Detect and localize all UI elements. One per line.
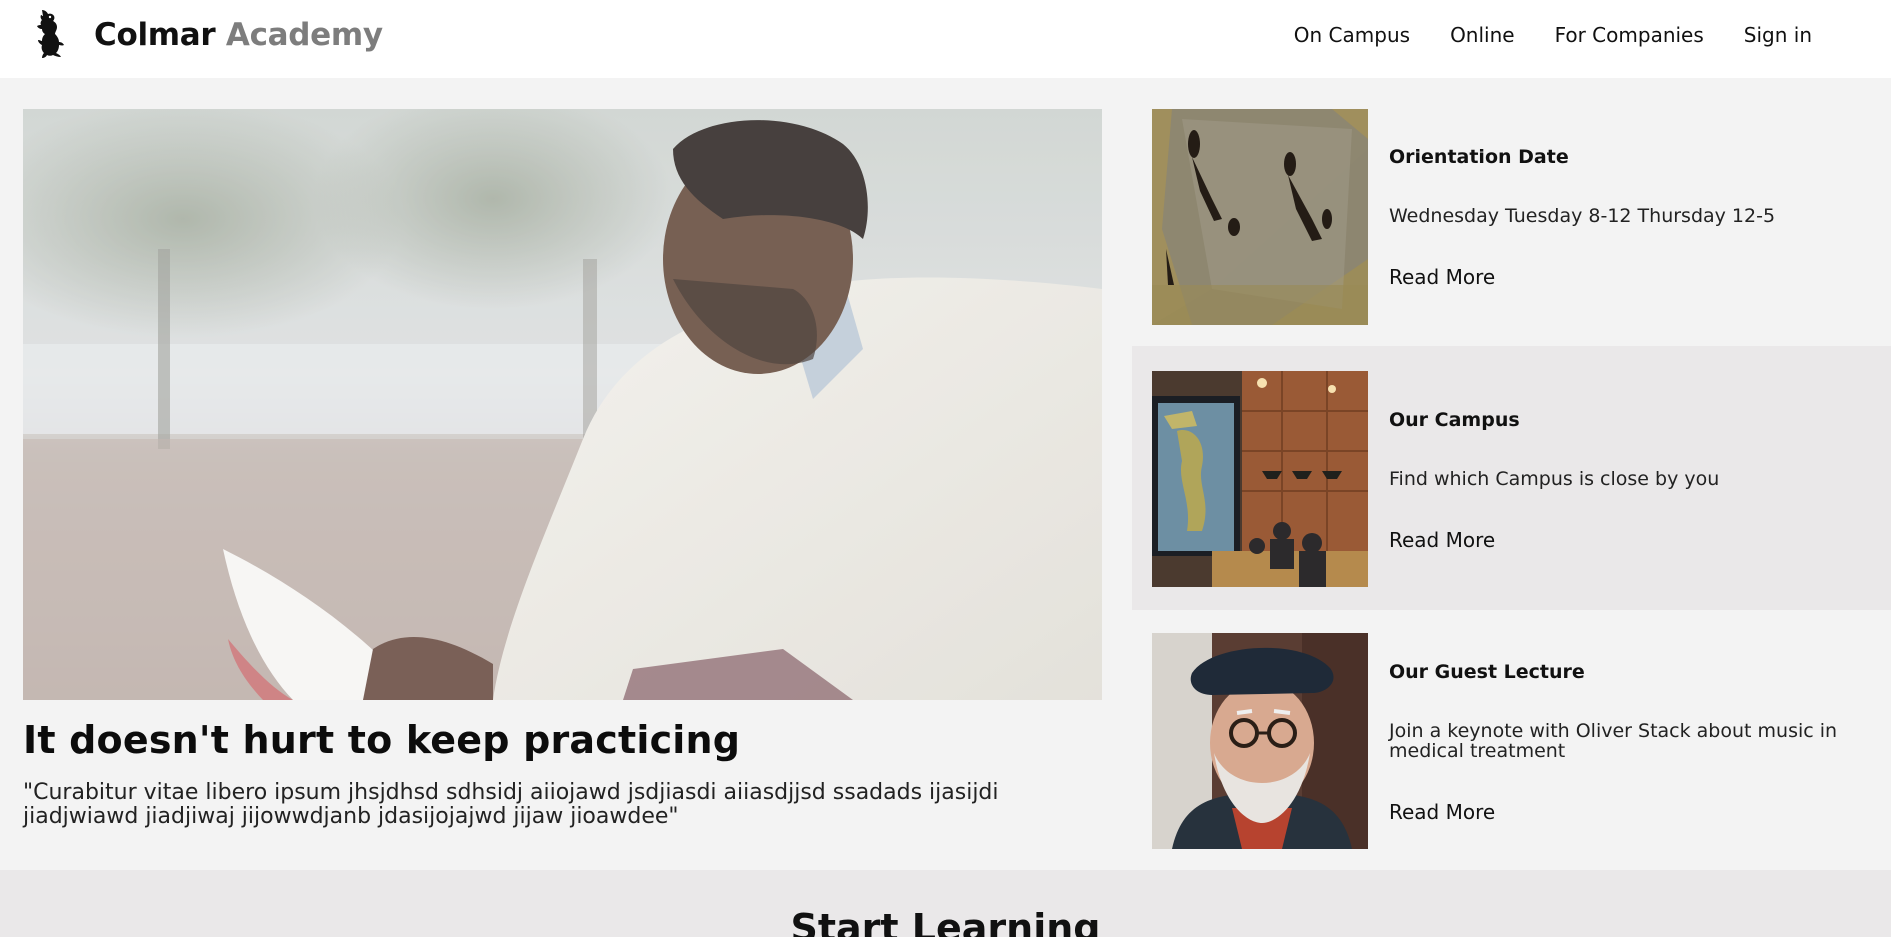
- card-title: Orientation Date: [1389, 146, 1569, 168]
- brand-name[interactable]: Colmar Academy: [94, 17, 383, 53]
- card-description: Join a keynote with Oliver Stack about m…: [1389, 720, 1838, 762]
- people-shadows-photo: [1152, 109, 1368, 325]
- brand-secondary: Academy: [225, 17, 383, 53]
- nav-for-companies[interactable]: For Companies: [1555, 23, 1704, 47]
- card-description: Wednesday Tuesday 8-12 Thursday 12-5: [1389, 205, 1776, 227]
- main-nav: On Campus Online For Companies Sign in: [1294, 23, 1812, 47]
- brand-primary: Colmar: [94, 17, 216, 53]
- card-orientation-date: Orientation Date Wednesday Tuesday 8-12 …: [1132, 109, 1891, 373]
- card-thumbnail: [1152, 109, 1368, 325]
- read-more-link[interactable]: Read More: [1389, 265, 1495, 289]
- lion-rampant-icon[interactable]: [28, 8, 70, 60]
- card-thumbnail: [1152, 371, 1368, 587]
- start-learning-section: Start Learning: [0, 870, 1891, 937]
- read-more-link[interactable]: Read More: [1389, 800, 1495, 824]
- card-title: Our Guest Lecture: [1389, 661, 1585, 683]
- section-title: Start Learning: [790, 906, 1101, 937]
- nav-on-campus[interactable]: On Campus: [1294, 23, 1410, 47]
- student-reading-photo: [23, 109, 1102, 700]
- card-title: Our Campus: [1389, 409, 1520, 431]
- nav-sign-in[interactable]: Sign in: [1744, 23, 1812, 47]
- card-guest-lecture: Our Guest Lecture Join a keynote with Ol…: [1132, 633, 1891, 897]
- card-our-campus: Our Campus Find which Campus is close by…: [1132, 346, 1891, 610]
- card-description: Find which Campus is close by you: [1389, 468, 1720, 490]
- read-more-link[interactable]: Read More: [1389, 528, 1495, 552]
- hero-image: [23, 109, 1102, 700]
- campus-interior-photo: [1152, 371, 1368, 587]
- hero-quote: "Curabitur vitae libero ipsum jhsjdhsd s…: [23, 780, 999, 829]
- site-header: Colmar Academy On Campus Online For Comp…: [0, 0, 1891, 78]
- card-thumbnail: [1152, 633, 1368, 849]
- guest-lecturer-photo: [1152, 633, 1368, 849]
- nav-online[interactable]: Online: [1450, 23, 1515, 47]
- hero-title: It doesn't hurt to keep practicing: [23, 718, 741, 762]
